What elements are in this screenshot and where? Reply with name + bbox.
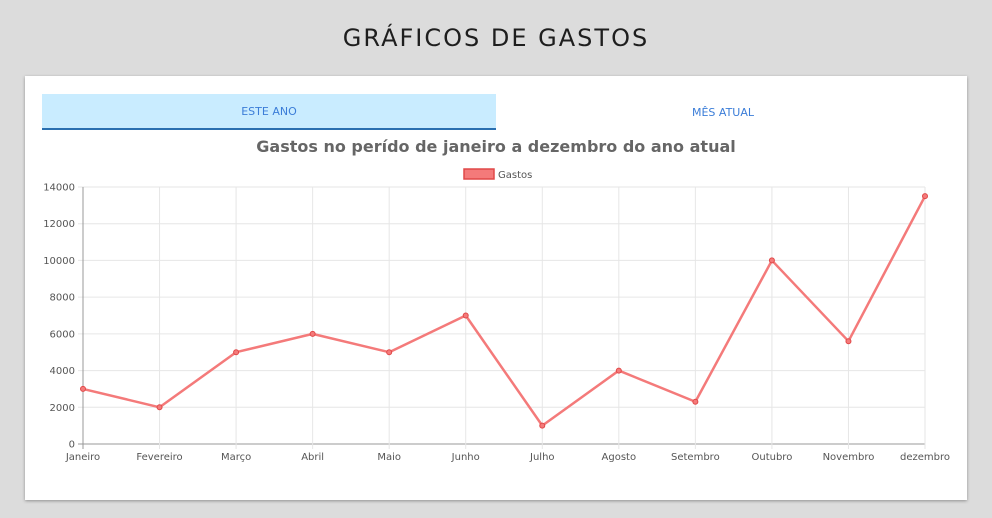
y-tick-label: 4000 [50, 366, 75, 377]
x-tick-label: Janeiro [65, 452, 100, 463]
y-tick-label: 2000 [50, 403, 75, 414]
y-tick-label: 14000 [43, 183, 75, 194]
x-tick-label: Outubro [751, 452, 792, 463]
x-tick-label: Abril [301, 452, 324, 463]
legend-label: Gastos [498, 170, 532, 181]
x-axis: Janeiro Fevereiro Março Abril Maio Junho Julho… [65, 452, 950, 463]
y-tick-label: 0 [69, 440, 75, 451]
line-chart: Gastos no perído de janeiro a dezembro d… [43, 137, 950, 463]
x-tick-label: Novembro [823, 452, 875, 463]
data-point[interactable] [768, 257, 775, 264]
y-tick-label: 6000 [50, 329, 75, 340]
chart-title: Gastos no perído de janeiro a dezembro d… [256, 137, 735, 156]
legend-swatch [463, 168, 495, 180]
series-line [82, 195, 927, 427]
grid [78, 186, 926, 449]
x-tick-label: Julho [529, 452, 555, 463]
data-point[interactable] [692, 398, 699, 405]
legend: Gastos [463, 168, 532, 181]
data-point[interactable] [80, 385, 86, 392]
y-tick-label: 12000 [43, 219, 75, 230]
data-point[interactable] [462, 312, 469, 319]
data-point[interactable] [615, 367, 622, 374]
chart-card: ESTE ANO MÊS ATUAL Gastos no perído de j… [25, 76, 967, 500]
x-tick-label: Fevereiro [136, 452, 182, 463]
data-point[interactable] [309, 330, 316, 337]
data-point[interactable] [845, 338, 852, 345]
x-tick-label: Setembro [671, 452, 720, 463]
x-tick-label: dezembro [900, 452, 950, 463]
data-point[interactable] [539, 422, 546, 429]
y-tick-label: 8000 [50, 293, 75, 304]
data-point[interactable] [922, 193, 928, 200]
y-axis: 0 2000 4000 6000 8000 10000 12000 14000 [43, 183, 75, 451]
x-tick-label: Agosto [602, 452, 637, 463]
series-gastos [80, 193, 928, 429]
y-tick-label: 10000 [43, 256, 75, 267]
data-point[interactable] [233, 349, 240, 356]
page-title: GRÁFICOS DE GASTOS [342, 24, 650, 52]
data-point[interactable] [156, 404, 163, 411]
x-tick-label: Março [221, 452, 251, 463]
data-point[interactable] [386, 349, 393, 356]
x-tick-label: Junho [451, 452, 480, 463]
x-tick-label: Maio [377, 452, 401, 463]
